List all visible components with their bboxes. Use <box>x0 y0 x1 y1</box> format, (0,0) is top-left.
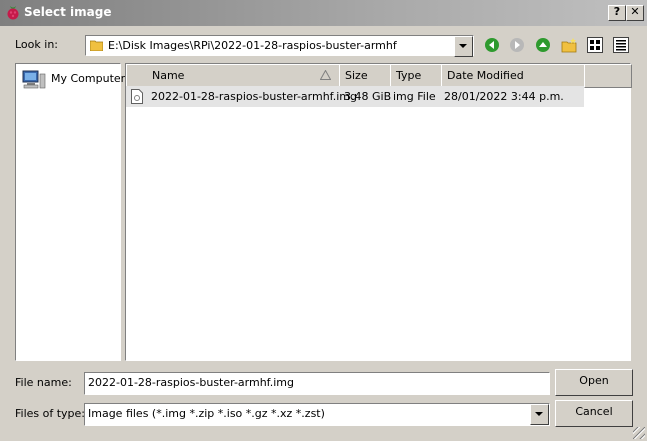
column-header-date[interactable]: Date Modified <box>441 64 586 88</box>
computer-icon <box>22 70 46 89</box>
file-list[interactable]: Name Size Type Date Modified 2022-01-28-… <box>125 63 632 361</box>
chevron-down-icon[interactable] <box>454 36 473 57</box>
raspberry-icon <box>7 6 19 20</box>
help-button[interactable]: ? <box>608 5 626 21</box>
file-name-cell: 2022-01-28-raspios-buster-armhf.img <box>151 90 357 103</box>
file-size-cell: 3.48 GiB <box>344 90 392 103</box>
look-in-path: E:\Disk Images\RPi\2022-01-28-raspios-bu… <box>108 39 397 52</box>
open-button[interactable]: Open <box>555 369 633 396</box>
file-type-cell: img File <box>393 90 436 103</box>
look-in-label: Look in: <box>15 38 58 51</box>
folder-icon <box>90 40 103 51</box>
file-type-select[interactable]: Image files (*.img *.zip *.iso *.gz *.xz… <box>84 403 550 426</box>
file-type-label: Files of type: <box>15 407 86 420</box>
file-icon <box>131 89 143 104</box>
places-sidebar: My Computer <box>15 63 126 361</box>
new-folder-icon[interactable] <box>561 37 577 53</box>
title-bar[interactable]: Select image ? ✕ <box>0 0 647 26</box>
forward-icon[interactable] <box>509 37 525 53</box>
resize-grip[interactable] <box>633 427 645 439</box>
sidebar-item-label: My Computer <box>51 72 126 85</box>
chevron-down-icon[interactable] <box>530 404 549 425</box>
sidebar-item-my-computer[interactable]: My Computer <box>22 70 126 90</box>
cancel-button[interactable]: Cancel <box>555 400 633 427</box>
window-title: Select image <box>24 5 112 19</box>
file-name-label: File name: <box>15 376 72 389</box>
file-name-input[interactable]: 2022-01-28-raspios-buster-armhf.img <box>84 372 550 395</box>
detail-view-icon[interactable] <box>613 37 629 53</box>
column-header-name[interactable]: Name <box>126 64 341 88</box>
list-view-icon[interactable] <box>587 37 603 53</box>
look-in-combo[interactable]: E:\Disk Images\RPi\2022-01-28-raspios-bu… <box>85 35 474 57</box>
file-date-cell: 28/01/2022 3:44 p.m. <box>444 90 564 103</box>
column-header-filler <box>584 64 632 88</box>
column-header-size[interactable]: Size <box>339 64 392 88</box>
sort-asc-icon <box>320 70 331 80</box>
back-icon[interactable] <box>484 37 500 53</box>
column-header-type[interactable]: Type <box>390 64 443 88</box>
table-row[interactable]: 2022-01-28-raspios-buster-armhf.img 3.48… <box>126 86 584 107</box>
up-icon[interactable] <box>535 37 551 53</box>
close-button[interactable]: ✕ <box>626 5 644 21</box>
